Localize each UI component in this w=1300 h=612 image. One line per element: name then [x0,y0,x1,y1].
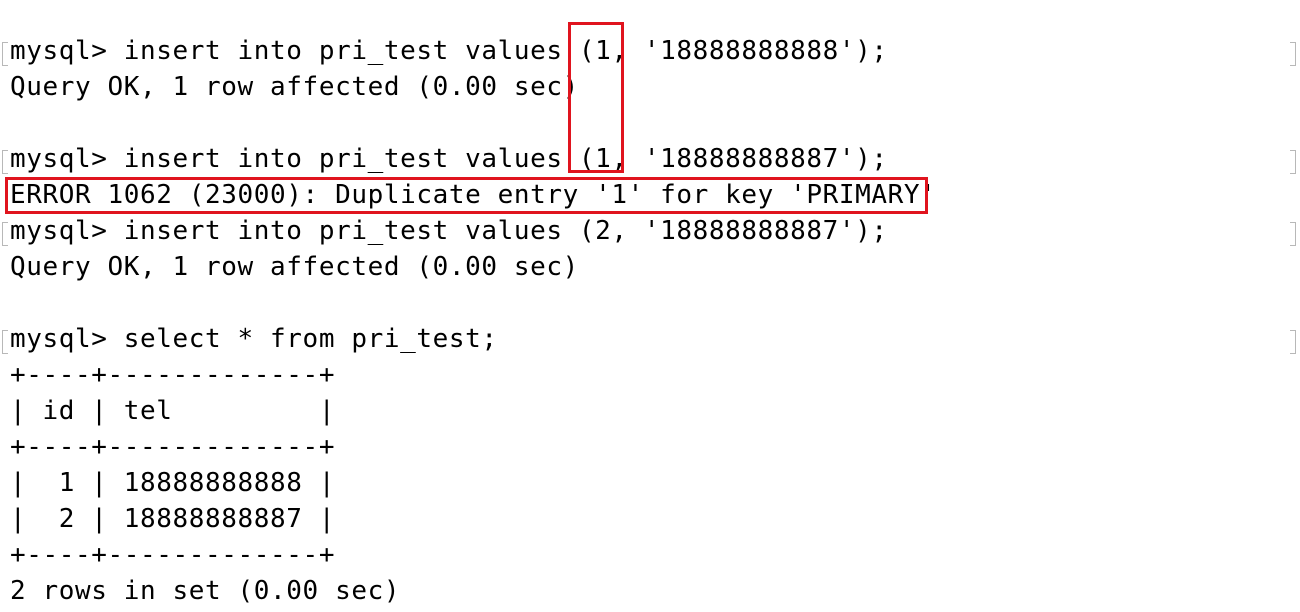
result-line-ok-1: Query OK, 1 row affected (0.00 sec) [10,72,579,102]
table-border-bottom: +----+-------------+ [10,540,336,570]
prompt-marker-left [2,150,8,174]
result-line-ok-2: Query OK, 1 row affected (0.00 sec) [10,252,579,282]
table-header-row: | id | tel | [10,396,336,426]
command-line-insert-2: mysql> insert into pri_test values (1, '… [10,144,888,174]
command-line-insert-1: mysql> insert into pri_test values (1, '… [10,36,888,66]
table-border-mid: +----+-------------+ [10,432,336,462]
prompt-marker-left [2,330,8,354]
prompt-marker-left [2,222,8,246]
error-line-duplicate-entry: ERROR 1062 (23000): Duplicate entry '1' … [10,180,937,210]
table-border-top: +----+-------------+ [10,360,336,390]
prompt-marker-right [1290,330,1296,354]
terminal-output: mysql> insert into pri_test values (1, '… [0,0,1300,612]
command-line-select: mysql> select * from pri_test; [10,324,498,354]
result-line-row-count: 2 rows in set (0.00 sec) [10,576,401,606]
table-row: | 1 | 18888888888 | [10,468,336,498]
command-line-insert-3: mysql> insert into pri_test values (2, '… [10,216,888,246]
prompt-marker-right [1290,42,1296,66]
prompt-marker-left [2,42,8,66]
table-row: | 2 | 18888888887 | [10,504,336,534]
prompt-marker-right [1290,222,1296,246]
prompt-marker-right [1290,150,1296,174]
